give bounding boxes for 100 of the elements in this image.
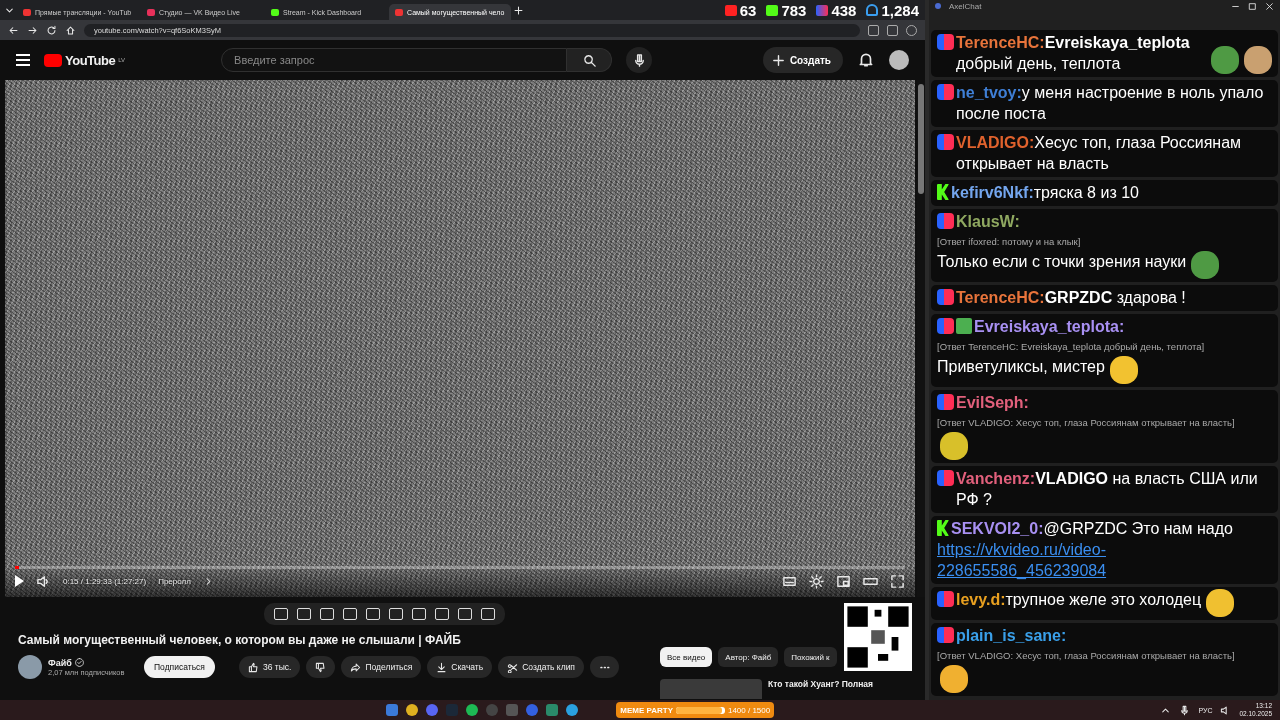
share-arrow-icon xyxy=(350,661,362,673)
fullscreen-icon[interactable] xyxy=(890,573,905,589)
live-badge-icon xyxy=(937,470,954,486)
chapter-link[interactable]: Преролл xyxy=(158,576,191,586)
search-button[interactable] xyxy=(567,48,613,72)
play-icon[interactable] xyxy=(15,575,24,587)
volume-icon[interactable] xyxy=(36,573,51,589)
tool-icon[interactable] xyxy=(411,608,426,620)
microphone-icon[interactable] xyxy=(1179,704,1191,716)
tool-icon[interactable] xyxy=(319,608,334,620)
thumbs-up-icon xyxy=(247,661,259,673)
live-badge-icon xyxy=(937,318,954,334)
share-button[interactable]: Поделиться xyxy=(341,656,422,678)
qr-code-drawing xyxy=(844,603,912,671)
filter-chip[interactable]: Все видео xyxy=(660,647,713,667)
window-title: AxelChat xyxy=(949,1,982,11)
reply-quote: [Ответ VLADIGO: Хесус топ, глаза Россиянам открывает на власть] xyxy=(937,649,1236,662)
message-text: plain_is_sane: xyxy=(956,626,1067,646)
channel-name[interactable]: Файб xyxy=(48,657,72,668)
message-text: SEKVOI2_0:@GRPZDC Это нам надо xyxy=(951,519,1233,539)
thumbnail-placeholder[interactable] xyxy=(660,679,762,699)
verified-icon xyxy=(74,658,84,667)
time-display: 0:15 / 1:29:33 (1:27:27) xyxy=(63,576,147,586)
message-text: Evreiskaya_teplota: xyxy=(974,317,1125,337)
widget-reading: 1400 / 1500 xyxy=(727,705,771,715)
live-badge-icon xyxy=(937,289,954,305)
download-button[interactable]: Скачать xyxy=(427,656,493,678)
thumbs-down-icon xyxy=(315,661,327,673)
maximize-icon[interactable] xyxy=(1248,1,1257,11)
reply-quote: [Ответ TerenceHC: Evreiskaya_teplota добрый день, теплота] xyxy=(937,340,1206,353)
tool-icon[interactable] xyxy=(342,608,357,620)
back-icon[interactable] xyxy=(8,24,19,36)
close-icon[interactable] xyxy=(1265,1,1274,11)
reply-quote: [Ответ VLADIGO: Хесус топ, глаза Россиянам открывает на власть] xyxy=(937,416,1236,429)
live-badge-icon xyxy=(937,213,954,229)
channel-avatar[interactable] xyxy=(18,655,42,679)
person-icon xyxy=(866,4,879,16)
create-button[interactable]: Создать xyxy=(762,47,843,73)
live-badge-icon xyxy=(937,84,954,100)
video-placeholder[interactable]: 0:15 / 1:29:33 (1:27:27) Преролл xyxy=(5,80,915,597)
youtube-logo[interactable]: YouTube $^{LV}$ xyxy=(44,52,126,68)
home-icon[interactable] xyxy=(65,24,76,36)
plus-icon xyxy=(770,52,786,68)
viewer-count: 783 xyxy=(781,1,807,19)
widget-title: MEME PARTY xyxy=(620,705,673,715)
filter-chip[interactable]: Похожий к xyxy=(784,647,837,667)
kick-logo-icon xyxy=(937,184,949,200)
kick-logo-icon xyxy=(937,520,949,536)
extension-icon[interactable] xyxy=(868,24,879,36)
tool-icon[interactable] xyxy=(480,608,495,620)
tool-icon[interactable] xyxy=(296,608,311,620)
reload-icon[interactable] xyxy=(46,24,57,36)
extension-icon[interactable] xyxy=(887,24,898,36)
video-title[interactable]: Кто такой Хуанг? Полная xyxy=(768,679,874,699)
live-badge-icon xyxy=(937,591,954,607)
app-icon xyxy=(935,3,941,9)
platform-icon xyxy=(816,4,829,16)
message-text: Только если с точки зрения науки xyxy=(937,252,1187,272)
reply-quote: [Ответ ifoxred: потому и на клык] xyxy=(937,235,1082,248)
subscribe-button[interactable]: Подписаться xyxy=(144,656,215,678)
live-badge-icon xyxy=(937,394,954,410)
search-icon xyxy=(581,52,597,68)
tool-icon[interactable] xyxy=(365,608,380,620)
live-badge-icon xyxy=(937,34,954,50)
message-text: VLADIGO:Хесус топ, глаза Россиянам открывает на власть xyxy=(956,133,1243,174)
message-text: KlausW: xyxy=(956,212,1020,232)
filter-chip[interactable]: Автор: Файб xyxy=(718,647,779,667)
tool-icon[interactable] xyxy=(388,608,403,620)
search-field[interactable]: Введите запрос xyxy=(221,48,568,72)
message-text: TerenceHC:Evreiskaya_teplota добрый день, теплота xyxy=(956,33,1191,74)
new-tab-icon[interactable] xyxy=(513,4,524,16)
tool-icon[interactable] xyxy=(434,608,449,620)
settings-icon[interactable] xyxy=(809,573,824,589)
clip-button[interactable]: Создать клип xyxy=(498,656,584,678)
avatar-icon[interactable] xyxy=(889,50,909,70)
viewer-count: 63 xyxy=(739,1,757,19)
microphone-button[interactable] xyxy=(626,47,653,73)
message-text: kefirv6Nkf:тряска 8 из 10 xyxy=(951,183,1139,203)
platform-icon xyxy=(724,4,737,16)
message-text: EvilSeph: xyxy=(956,393,1029,413)
message-text: levy.d:трупное желе это холодец xyxy=(956,590,1202,610)
viewer-count: 438 xyxy=(831,1,857,19)
like-button[interactable]: 36 тыс. xyxy=(238,656,301,678)
link[interactable]: https://vkvideo.ru/video-228655586_456239084 xyxy=(937,539,1272,581)
miniplayer-icon[interactable] xyxy=(836,573,851,589)
menu-icon[interactable] xyxy=(16,54,30,66)
scissors-icon xyxy=(507,661,519,673)
message-text: ne_tvoy:у меня настроение в ноль упало после поста xyxy=(956,83,1265,124)
message-text: Vanchenz:VLADIGO на власть США или РФ ? xyxy=(956,469,1259,510)
message-text: Приветуликсы, мистер xyxy=(937,357,1105,377)
dislike-button[interactable] xyxy=(306,656,336,678)
viewer-count: 1,284 xyxy=(881,1,919,19)
forward-icon[interactable] xyxy=(27,24,38,36)
bell-icon[interactable] xyxy=(857,51,875,69)
video-title: Самый могущественный человек, о котором вы даже не слышали | ФАЙБ xyxy=(18,633,462,647)
tool-icon[interactable] xyxy=(457,608,472,620)
live-badge-icon xyxy=(937,134,954,150)
more-button[interactable] xyxy=(590,656,619,678)
tool-icon[interactable] xyxy=(273,608,288,620)
live-badge-icon xyxy=(937,627,954,643)
